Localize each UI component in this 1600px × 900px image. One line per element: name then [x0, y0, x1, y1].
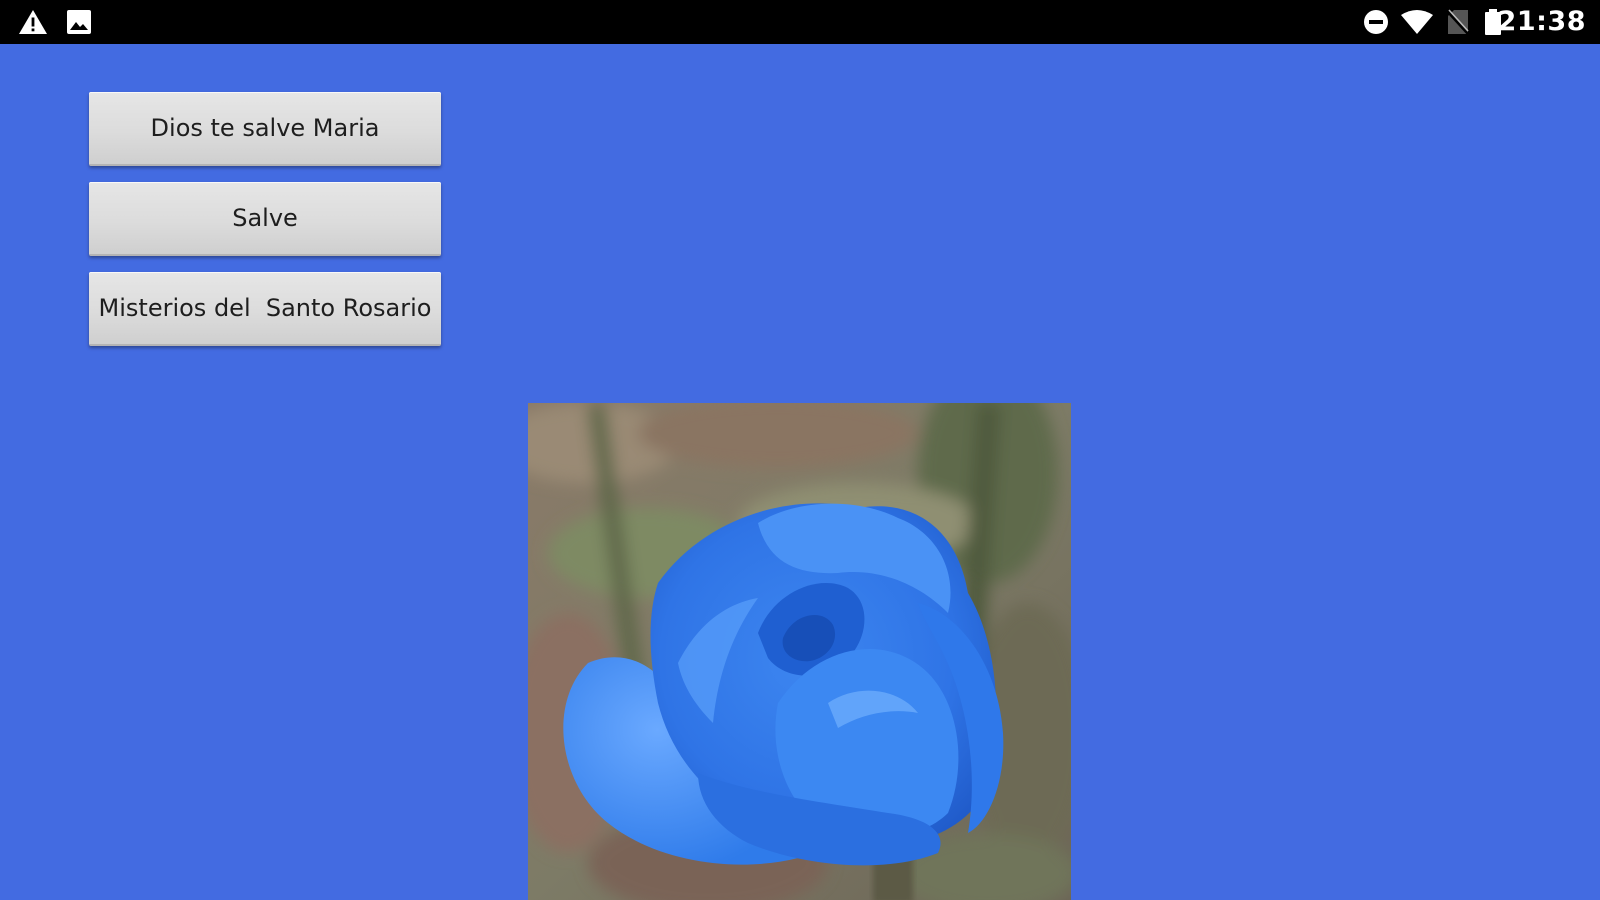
status-bar: 21:38	[0, 0, 1600, 44]
misterios-santo-rosario-button[interactable]: Misterios del Santo Rosario	[89, 272, 441, 346]
blue-rose-photo	[528, 403, 1071, 900]
wifi-icon	[1401, 10, 1433, 34]
no-sim-icon	[1447, 9, 1469, 35]
dios-te-salve-maria-button[interactable]: Dios te salve Maria	[89, 92, 441, 166]
salve-button[interactable]: Salve	[89, 182, 441, 256]
image-icon	[67, 10, 91, 34]
warning-icon	[19, 10, 47, 34]
clock: 21:38	[1497, 6, 1586, 37]
do-not-disturb-icon	[1364, 10, 1388, 34]
